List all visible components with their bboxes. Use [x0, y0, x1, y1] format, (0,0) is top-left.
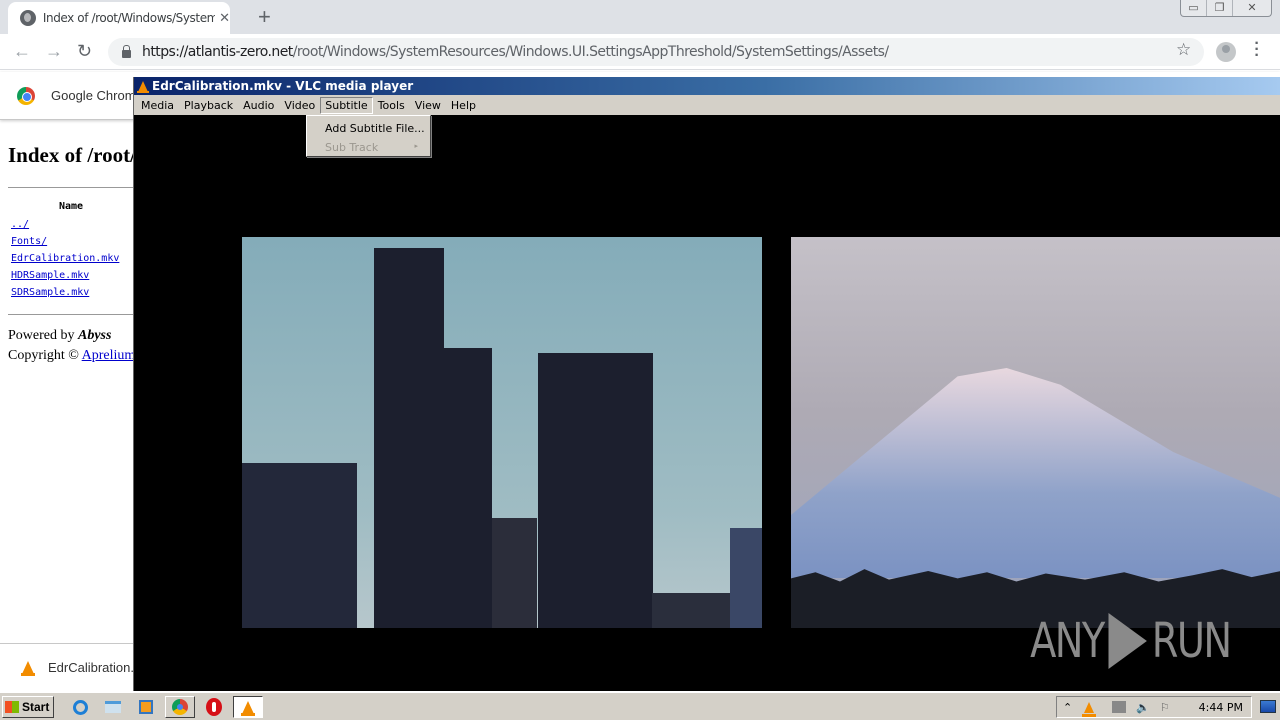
file-link-hdrsample[interactable]: HDRSample.mkv	[11, 267, 119, 284]
forward-button[interactable]: →	[45, 41, 63, 62]
building-shape	[407, 348, 492, 628]
lock-icon	[122, 45, 131, 58]
mountain-shape	[791, 368, 1280, 578]
window-controls: ▭ ❐ ✕	[1180, 0, 1272, 17]
profile-avatar-icon[interactable]	[1216, 42, 1236, 62]
file-list: ../ Fonts/ EdrCalibration.mkv HDRSample.…	[11, 216, 119, 301]
restore-button[interactable]: ❐	[1207, 0, 1233, 16]
menu-kebab-icon[interactable]: · · ·	[1254, 36, 1260, 64]
building-shape	[730, 528, 762, 628]
network-warning-icon[interactable]	[1112, 701, 1127, 713]
tab-title: Index of /root/Windows/SystemResources	[42, 11, 216, 25]
menu-media[interactable]: Media	[136, 97, 179, 114]
directory-listing-page: Index of /root/Windows/SystemResources/W…	[0, 121, 134, 641]
vlc-cone-icon	[137, 80, 149, 93]
start-label: Start	[22, 699, 50, 714]
internet-explorer-icon[interactable]	[69, 696, 91, 718]
chrome-taskbar-button[interactable]	[165, 696, 195, 718]
close-tab-icon[interactable]: ✕	[219, 10, 230, 26]
video-frame-mountain	[791, 237, 1280, 628]
building-shape	[242, 463, 357, 628]
globe-icon	[20, 10, 36, 26]
new-tab-button[interactable]: +	[258, 4, 271, 30]
building-shape	[492, 518, 537, 628]
url-host: https://atlantis-zero.net	[142, 44, 293, 60]
taskbar: Start ⌃ 🔈 ⚐ 4:44 PM	[0, 692, 1280, 720]
vlc-window-title: EdrCalibration.mkv - VLC media player	[152, 79, 414, 93]
menu-video[interactable]: Video	[279, 97, 320, 114]
divider	[8, 187, 134, 188]
vlc-title-bar[interactable]: EdrCalibration.mkv - VLC media player	[134, 77, 1280, 95]
vlc-taskbar-button[interactable]	[233, 696, 263, 718]
page-title: Index of /root/Windows/SystemResources/W…	[8, 143, 134, 167]
browser-toolbar: ← → ↻ https://atlantis-zero.net/root/Win…	[0, 34, 1280, 70]
address-bar[interactable]: https://atlantis-zero.net/root/Windows/S…	[108, 38, 1204, 66]
tray-expand-icon[interactable]: ⌃	[1063, 701, 1072, 714]
building-shape	[652, 593, 732, 628]
file-link-edrcalibration[interactable]: EdrCalibration.mkv	[11, 250, 119, 267]
menu-help[interactable]: Help	[446, 97, 481, 114]
vlc-window: EdrCalibration.mkv - VLC media player Me…	[133, 77, 1280, 691]
vlc-file-icon	[21, 661, 35, 676]
video-frame-city-skyline	[242, 237, 762, 628]
powered-by: Powered by Abyss	[8, 328, 111, 344]
close-window-button[interactable]: ✕	[1233, 0, 1271, 16]
subtitle-dropdown-menu: Add Subtitle File... Sub Track ▸	[306, 115, 431, 157]
tab-strip: Index of /root/Windows/SystemResources ✕…	[0, 0, 1280, 34]
vlc-menu-bar: Media Playback Audio Video Subtitle Tool…	[134, 95, 1280, 115]
infobar-label: Google Chrome	[51, 88, 143, 103]
submenu-arrow-icon: ▸	[414, 142, 418, 150]
clock[interactable]: 4:44 PM	[1199, 701, 1243, 714]
menu-item-sub-track: Sub Track	[325, 141, 379, 154]
copyright: Copyright © Aprelium	[8, 348, 134, 364]
file-link-fonts[interactable]: Fonts/	[11, 233, 119, 250]
reload-button[interactable]: ↻	[77, 41, 92, 62]
minimize-button[interactable]: ▭	[1181, 0, 1207, 16]
vlc-tray-icon[interactable]	[1082, 701, 1097, 717]
anyrun-watermark: ANY RUN	[1029, 613, 1232, 669]
show-desktop-icon[interactable]	[1260, 700, 1276, 713]
windows-flag-icon	[5, 700, 19, 713]
powered-by-prefix: Powered by	[8, 328, 78, 343]
download-shelf: EdrCalibration.mkv	[0, 643, 158, 691]
watermark-right: RUN	[1151, 613, 1231, 669]
menu-view[interactable]: View	[410, 97, 446, 114]
back-button[interactable]: ←	[13, 41, 31, 62]
media-player-icon[interactable]	[135, 696, 157, 718]
menu-playback[interactable]: Playback	[179, 97, 238, 114]
building-shape	[538, 353, 653, 628]
chrome-logo-icon	[17, 86, 35, 105]
file-explorer-icon[interactable]	[102, 696, 124, 718]
menu-tools[interactable]: Tools	[373, 97, 410, 114]
browser-tab[interactable]: Index of /root/Windows/SystemResources ✕	[8, 2, 230, 34]
file-link-parent[interactable]: ../	[11, 216, 119, 233]
system-tray: ⌃ 🔈 ⚐ 4:44 PM	[1056, 696, 1252, 718]
powered-by-name: Abyss	[78, 328, 112, 343]
volume-icon[interactable]: 🔈	[1136, 701, 1150, 714]
menu-subtitle[interactable]: Subtitle	[320, 96, 373, 114]
action-center-flag-icon[interactable]: ⚐	[1160, 701, 1170, 714]
play-logo-icon	[1108, 613, 1147, 669]
copyright-prefix: Copyright ©	[8, 348, 82, 363]
bookmark-star-icon[interactable]: ☆	[1176, 40, 1191, 60]
copyright-link[interactable]: Aprelium	[82, 348, 134, 363]
url-text[interactable]: https://atlantis-zero.net/root/Windows/S…	[142, 44, 889, 60]
file-link-sdrsample[interactable]: SDRSample.mkv	[11, 284, 119, 301]
menu-item-add-subtitle-file[interactable]: Add Subtitle File...	[325, 122, 425, 135]
divider	[8, 314, 134, 315]
watermark-left: ANY	[1029, 613, 1105, 669]
menu-audio[interactable]: Audio	[238, 97, 279, 114]
column-header-name[interactable]: Name	[59, 201, 83, 212]
start-button[interactable]: Start	[2, 695, 54, 718]
url-path: /root/Windows/SystemResources/Windows.UI…	[292, 44, 889, 60]
opera-icon[interactable]	[203, 696, 225, 718]
